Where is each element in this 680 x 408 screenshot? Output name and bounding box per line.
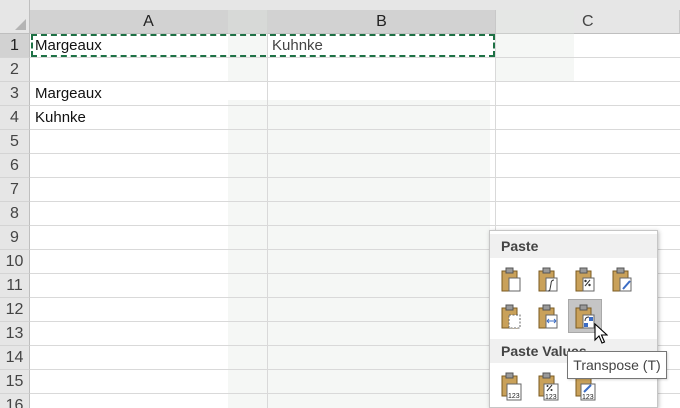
column-header-strip	[30, 0, 680, 10]
row-header-1[interactable]: 1	[0, 34, 30, 58]
row-header-3[interactable]: 3	[0, 82, 30, 106]
svg-text:123: 123	[508, 393, 520, 400]
row-header-7[interactable]: 7	[0, 178, 30, 202]
transpose-tooltip: Transpose (T)	[567, 351, 667, 379]
paste-section-header: Paste	[490, 234, 657, 258]
paste-formulas-icon[interactable]	[532, 263, 566, 297]
row-header-2[interactable]: 2	[0, 58, 30, 82]
row-header-13[interactable]: 13	[0, 322, 30, 346]
gridline	[30, 129, 680, 130]
mouse-pointer-icon	[594, 323, 608, 344]
paste-formulas-number-formatting-icon[interactable]	[569, 263, 603, 297]
gridline	[30, 225, 680, 226]
copy-marquee	[31, 34, 495, 57]
row-header-14[interactable]: 14	[0, 346, 30, 370]
gridline	[30, 153, 680, 154]
paste-options-menu: Paste Paste Values 123 123 123	[489, 230, 658, 408]
row-header-6[interactable]: 6	[0, 154, 30, 178]
svg-text:123: 123	[582, 394, 594, 401]
gridline	[30, 57, 680, 58]
spreadsheet-grid: A B C 1 2 3 4 5 6 7 8 9 10 11 12 13 14 1…	[0, 0, 680, 408]
cell-a3[interactable]: Margeaux	[31, 82, 267, 105]
row-header-5[interactable]: 5	[0, 130, 30, 154]
row-header-9[interactable]: 9	[0, 226, 30, 250]
gridline	[30, 201, 680, 202]
selection-shade	[496, 10, 574, 82]
no-borders-icon[interactable]	[495, 300, 529, 334]
row-header-16[interactable]: 16	[0, 394, 30, 408]
keep-source-column-widths-icon[interactable]	[532, 300, 566, 334]
row-header-10[interactable]: 10	[0, 250, 30, 274]
row-header-8[interactable]: 8	[0, 202, 30, 226]
select-all-button[interactable]	[0, 0, 30, 34]
column-header-b[interactable]: B	[268, 10, 496, 34]
paste-icon[interactable]	[495, 263, 529, 297]
row-header-4[interactable]: 4	[0, 106, 30, 130]
row-header-12[interactable]: 12	[0, 298, 30, 322]
keep-source-formatting-icon[interactable]	[606, 263, 640, 297]
row-header-11[interactable]: 11	[0, 274, 30, 298]
cell-a4[interactable]: Kuhnke	[31, 106, 267, 129]
svg-text:123: 123	[545, 394, 557, 401]
row-header-15[interactable]: 15	[0, 370, 30, 394]
gridline	[267, 34, 268, 408]
select-all-triangle-icon	[15, 19, 26, 30]
values-number-formatting-icon[interactable]: 123	[532, 368, 566, 402]
paste-values-icon[interactable]: 123	[495, 368, 529, 402]
gridline	[30, 177, 680, 178]
